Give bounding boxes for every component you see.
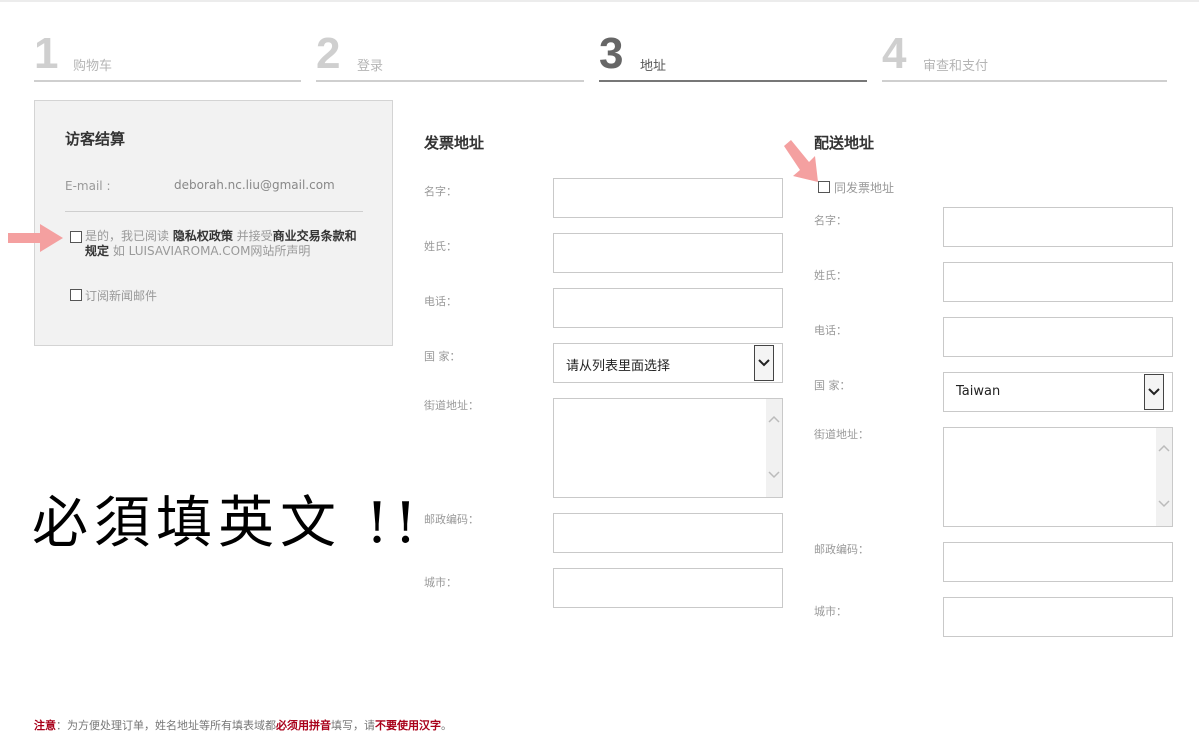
email-label: E-mail :: [65, 179, 111, 193]
billing-country-dropdown-button[interactable]: [754, 345, 774, 381]
notice-must-pinyin: 必须用拼音: [276, 719, 331, 732]
shipping-street-label: 街道地址：: [814, 428, 869, 441]
step-4-label: 审查和支付: [923, 59, 989, 74]
billing-title: 发票地址: [424, 134, 485, 152]
billing-city-input[interactable]: [553, 568, 783, 608]
top-border: [0, 0, 1199, 2]
accept-terms-checkbox[interactable]: [70, 231, 82, 243]
arrow-down-right-icon: [784, 140, 818, 182]
chevron-down-icon[interactable]: [768, 471, 780, 479]
privacy-policy-link[interactable]: 隐私权政策: [173, 229, 233, 243]
billing-zip-label: 邮政编码：: [424, 513, 479, 526]
newsletter-label: 订阅新闻邮件: [85, 289, 158, 303]
notice-part1: ：为方便处理订单，姓名地址等所有填表域都: [56, 719, 276, 732]
pinyin-notice: 注意：为方便处理订单，姓名地址等所有填表域都必须用拼音填写，请不要使用汉字。: [34, 717, 452, 733]
shipping-street-textarea[interactable]: [943, 427, 1173, 527]
billing-city-label: 城市：: [424, 576, 457, 589]
shipping-last-name-label: 姓氏：: [814, 269, 847, 282]
shipping-zip-label: 邮政编码：: [814, 543, 869, 556]
billing-first-name-input[interactable]: [553, 178, 783, 218]
billing-phone-label: 电话：: [424, 295, 457, 308]
arrow-right-icon: [8, 224, 63, 252]
step-2-label: 登录: [357, 59, 384, 74]
shipping-phone-input[interactable]: [943, 317, 1173, 357]
chevron-down-icon: [758, 359, 770, 367]
billing-country-select[interactable]: 请从列表里面选择: [553, 343, 783, 383]
terms-part2: 并接受: [232, 229, 273, 243]
shipping-street-scrollbar[interactable]: [1156, 428, 1172, 526]
shipping-country-label: 国 家：: [814, 379, 851, 392]
billing-street-label: 街道地址：: [424, 399, 479, 412]
notice-part2: 填写，请: [331, 719, 375, 732]
notice-part3: 。: [441, 719, 452, 732]
billing-zip-input[interactable]: [553, 513, 783, 553]
guest-checkout-title: 访客结算: [65, 130, 126, 148]
accept-terms-text: 是的，我已阅读 隐私权政策 并接受商业交易条款和规定 如 LUISAVIAROM…: [85, 229, 360, 259]
shipping-city-input[interactable]: [943, 597, 1173, 637]
shipping-phone-label: 电话：: [814, 324, 847, 337]
billing-street-scrollbar[interactable]: [766, 399, 782, 497]
shipping-country-value: Taiwan: [956, 384, 1001, 399]
terms-part3: 如 LUISAVIAROMA.COM网站所声明: [109, 244, 311, 258]
chevron-down-icon: [1148, 388, 1160, 396]
chevron-up-icon[interactable]: [768, 415, 780, 423]
step-2-line: [316, 80, 584, 82]
shipping-last-name-input[interactable]: [943, 262, 1173, 302]
chevron-up-icon[interactable]: [1158, 444, 1170, 452]
shipping-title: 配送地址: [814, 134, 875, 152]
shipping-zip-input[interactable]: [943, 542, 1173, 582]
shipping-country-dropdown-button[interactable]: [1144, 374, 1164, 410]
shipping-first-name-label: 名字：: [814, 214, 847, 227]
same-as-billing-label: 同发票地址: [834, 181, 895, 195]
step-1-line: [34, 80, 301, 82]
billing-last-name-input[interactable]: [553, 233, 783, 273]
newsletter-checkbox[interactable]: [70, 289, 82, 301]
step-3-line: [599, 80, 867, 82]
step-2-number: 2: [316, 29, 341, 78]
step-3-label: 地址: [640, 59, 667, 74]
shipping-city-label: 城市：: [814, 605, 847, 618]
billing-country-value: 请从列表里面选择: [566, 359, 671, 374]
step-4-line: [882, 80, 1167, 82]
billing-phone-input[interactable]: [553, 288, 783, 328]
step-1-label: 购物车: [73, 59, 113, 74]
step-3-number: 3: [599, 29, 624, 78]
same-as-billing-checkbox[interactable]: [818, 181, 830, 193]
billing-first-name-label: 名字：: [424, 185, 457, 198]
guest-checkout-panel: 访客结算 E-mail : deborah.nc.liu@gmail.com 是…: [34, 100, 393, 346]
billing-street-textarea[interactable]: [553, 398, 783, 498]
notice-no-hanzi: 不要使用汉字: [375, 719, 441, 732]
chevron-down-icon[interactable]: [1158, 500, 1170, 508]
billing-country-label: 国 家：: [424, 350, 461, 363]
step-4-number: 4: [882, 29, 907, 78]
shipping-country-select[interactable]: Taiwan: [943, 372, 1173, 412]
fill-english-note: 必須填英文 !!: [32, 491, 423, 556]
email-value: deborah.nc.liu@gmail.com: [174, 178, 335, 192]
notice-prefix: 注意: [34, 719, 56, 732]
billing-last-name-label: 姓氏：: [424, 240, 457, 253]
shipping-first-name-input[interactable]: [943, 207, 1173, 247]
terms-part1: 是的，我已阅读: [85, 229, 173, 243]
panel-divider: [65, 211, 363, 212]
step-1-number: 1: [34, 29, 59, 78]
